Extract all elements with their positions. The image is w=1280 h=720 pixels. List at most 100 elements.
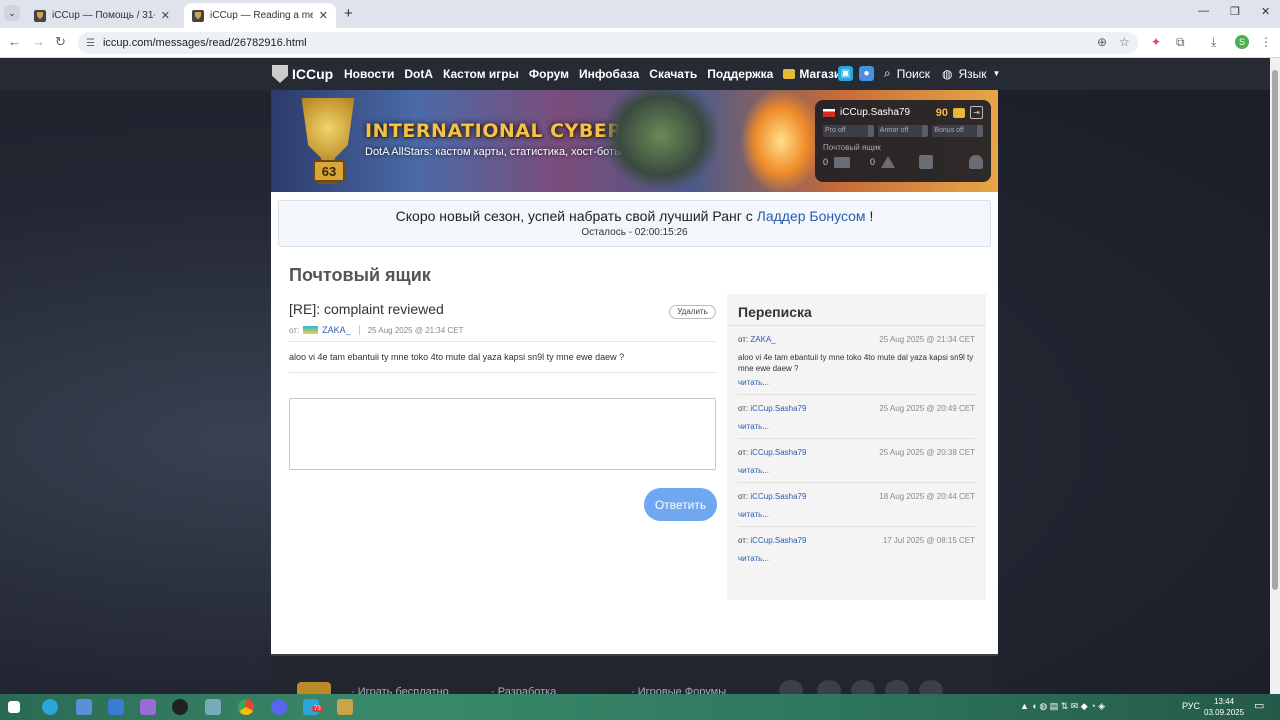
os-taskbar: 73 ▲ ◖ ◍ ▤ ⇅ ✉ ◆ ◔ ◈ РУС 13:44 03.09.202… (0, 694, 1280, 720)
browser-tab-bar: ⌄ iCCup — Помощь / 31-оскорб ✕ iCCup — R… (0, 0, 1280, 28)
profile-avatar[interactable]: S (1235, 35, 1249, 49)
main-menu: Новости DotA Кастом игры Форум Инфобаза … (344, 67, 849, 81)
close-icon[interactable]: ✕ (161, 9, 170, 22)
message-body: aloo vi 4e tam ebantuii ty mne toko 4to … (289, 342, 716, 373)
network-app-icon[interactable] (205, 699, 221, 715)
delete-button[interactable]: Удалить (669, 305, 716, 319)
extensions-puzzle-icon[interactable]: ⧉ (1176, 35, 1185, 50)
correspondence-item: от: iCCup.Sasha79 25 Aug 2025 @ 20:49 CE… (738, 395, 975, 439)
twitch-icon[interactable]: ▣ (838, 66, 853, 81)
friends-icon[interactable] (969, 155, 983, 169)
item-date: 18 Aug 2025 @ 20:44 CET (879, 492, 975, 501)
page-scrollbar[interactable] (1270, 58, 1280, 694)
telegram-icon[interactable] (919, 680, 943, 694)
nav-right-tools: ▣ ● ⌕ Поиск ◍ Язык ▼ (838, 66, 1000, 81)
item-date: 17 Jul 2025 @ 08:15 CET (882, 536, 975, 545)
menu-item-forum[interactable]: Форум (529, 67, 569, 81)
notifications-icon[interactable]: ▭ (1254, 699, 1264, 712)
language-indicator[interactable]: РУС (1182, 701, 1200, 711)
menu-item-news[interactable]: Новости (344, 67, 394, 81)
warning-icon[interactable] (881, 156, 896, 168)
menu-item-download[interactable]: Скачать (649, 67, 697, 81)
logout-icon[interactable]: ⇥ (970, 106, 983, 119)
footer-link-play[interactable]: · Играть бесплатно (351, 686, 449, 694)
pro-status[interactable]: Pro off (823, 125, 874, 137)
read-link[interactable]: читать... (738, 378, 975, 394)
sender-link[interactable]: ZAKA_ (750, 335, 775, 344)
armor-status[interactable]: Armor off (877, 125, 929, 137)
minimize-icon[interactable]: — (1198, 5, 1209, 17)
envelope-icon[interactable] (834, 156, 851, 168)
search-link[interactable]: Поиск (897, 67, 930, 81)
tab-search-button[interactable]: ⌄ (4, 5, 20, 21)
season-countdown: Осталось - 02:00:15:26 (581, 227, 688, 238)
address-bar-row: ← → ↻ ☰ iccup.com/messages/read/26782916… (0, 28, 1280, 58)
system-clock[interactable]: 13:44 03.09.2025 (1204, 696, 1244, 718)
bookmark-star-icon[interactable]: ☆ (1119, 35, 1130, 49)
message-subject: [RE]: complaint reviewed (289, 301, 444, 317)
read-link[interactable]: читать... (738, 422, 975, 438)
youtube-icon[interactable] (885, 680, 909, 694)
forward-icon[interactable]: → (32, 34, 45, 49)
new-tab-icon[interactable]: + (344, 5, 353, 22)
menu-item-support[interactable]: Поддержка (707, 67, 773, 81)
globe-icon[interactable]: ◍ (942, 67, 952, 81)
sender-link[interactable]: iCCup.Sasha79 (750, 492, 806, 501)
windows-start-icon[interactable] (8, 701, 20, 713)
sender-link[interactable]: iCCup.Sasha79 (750, 536, 806, 545)
sender-link[interactable]: iCCup.Sasha79 (750, 404, 806, 413)
browser-tab[interactable]: iCCup — Помощь / 31-оскорб ✕ (26, 3, 178, 28)
discord-icon[interactable] (271, 699, 287, 715)
close-icon[interactable]: ✕ (319, 9, 328, 22)
web-page: ICCup Новости DotA Кастом игры Форум Инф… (0, 58, 1270, 694)
iccup-shield-icon (272, 65, 288, 83)
read-link[interactable]: читать... (738, 554, 975, 570)
chevron-down-icon[interactable]: ▼ (993, 69, 1001, 78)
wrench-icon[interactable] (919, 155, 934, 169)
telegram-icon[interactable] (42, 699, 58, 715)
explorer-icon[interactable] (108, 699, 124, 715)
reply-textarea[interactable] (289, 398, 716, 470)
user-profile-icon[interactable]: ● (859, 66, 874, 81)
site-footer: · Играть бесплатно · Разработка · Игровы… (271, 654, 998, 694)
tray-icons[interactable]: ▲ ◖ ◍ ▤ ⇅ ✉ ◆ ◔ ◈ (1020, 701, 1105, 712)
restore-icon[interactable]: ❐ (1230, 5, 1240, 18)
sender-link[interactable]: iCCup.Sasha79 (750, 448, 806, 457)
sender-link[interactable]: ZAKA_ (322, 325, 351, 335)
reply-button[interactable]: Ответить (644, 488, 717, 521)
discord-icon[interactable] (817, 680, 841, 694)
url-field[interactable]: ☰ iccup.com/messages/read/26782916.html (78, 32, 1138, 54)
extension-icon[interactable]: ✦ (1151, 35, 1161, 49)
back-icon[interactable]: ← (8, 34, 21, 49)
menu-item-custom-games[interactable]: Кастом игры (443, 67, 519, 81)
feather-icon[interactable] (140, 699, 156, 715)
menu-item-infobase[interactable]: Инфобаза (579, 67, 639, 81)
download-icon[interactable]: ⤓ (1211, 35, 1216, 50)
notepad-icon[interactable] (76, 699, 92, 715)
footer-link-dev[interactable]: · Разработка (491, 686, 556, 694)
read-link[interactable]: читать... (738, 466, 975, 482)
language-select[interactable]: Язык (958, 67, 986, 81)
read-link[interactable]: читать... (738, 510, 975, 526)
menu-dots-icon[interactable]: ⋮ (1260, 35, 1272, 49)
correspondence-item: от: iCCup.Sasha79 25 Aug 2025 @ 20:38 CE… (738, 439, 975, 483)
tab-title: iCCup — Reading a message fr (210, 10, 313, 21)
footer-link-forums[interactable]: · Игровые Форумы (631, 686, 726, 694)
discord-icon[interactable] (851, 680, 875, 694)
search-icon[interactable]: ⌕ (884, 66, 891, 81)
username[interactable]: iCCup.Sasha79 (840, 107, 910, 118)
chrome-icon[interactable] (238, 699, 254, 715)
vk-icon[interactable] (779, 680, 803, 694)
reload-icon[interactable]: ↻ (55, 34, 66, 50)
zoom-icon[interactable]: ⊕ (1097, 35, 1107, 49)
menu-item-dota[interactable]: DotA (404, 67, 433, 81)
ladder-bonus-link[interactable]: Ладдер Бонусом (757, 208, 866, 224)
scrollbar-thumb[interactable] (1272, 70, 1278, 590)
app-icon[interactable] (172, 699, 188, 715)
browser-tab-active[interactable]: iCCup — Reading a message fr ✕ (184, 3, 336, 28)
site-logo[interactable]: ICCup (272, 65, 333, 83)
site-info-icon[interactable]: ☰ (86, 38, 95, 49)
window-close-icon[interactable]: ✕ (1261, 5, 1270, 18)
bonus-status[interactable]: Bonus off (932, 125, 984, 137)
iccup-launcher-icon[interactable] (337, 699, 353, 715)
